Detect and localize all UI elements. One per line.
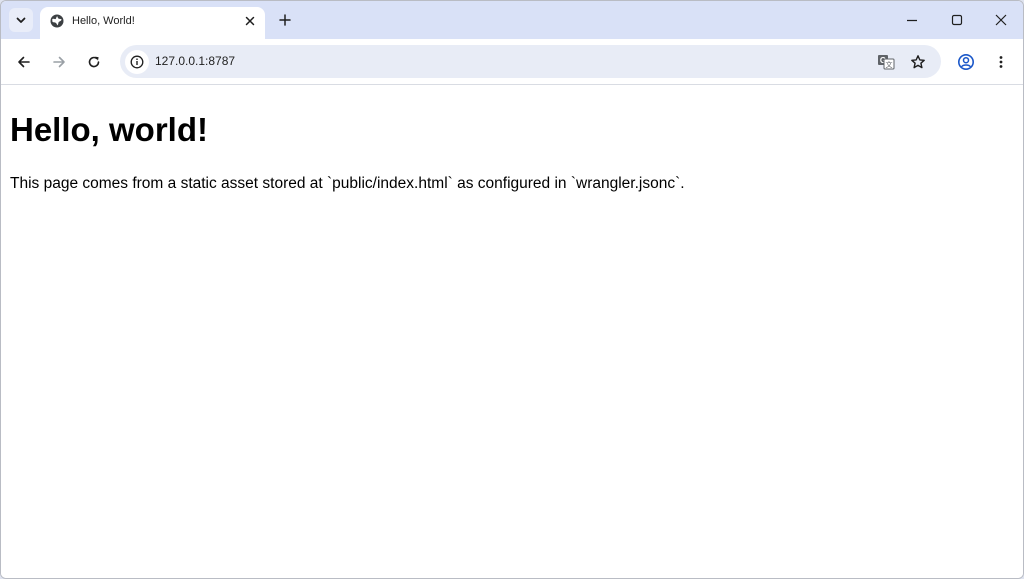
tab-title: Hello, World! (72, 15, 135, 27)
maximize-icon (951, 14, 963, 26)
back-arrow-icon (18, 56, 30, 68)
more-menu-button[interactable] (988, 49, 1014, 75)
url-text[interactable]: 127.0.0.1:8787 (155, 54, 235, 69)
site-info-button[interactable] (125, 50, 149, 74)
info-icon (130, 55, 144, 69)
tab-active[interactable]: Hello, World! (40, 7, 265, 39)
profile-icon (958, 54, 974, 70)
tab-search-button[interactable] (9, 8, 33, 32)
close-icon (995, 14, 1007, 26)
tab-close-button[interactable] (242, 13, 258, 29)
reload-icon (88, 56, 100, 68)
close-icon (245, 16, 255, 26)
reload-button[interactable] (81, 49, 107, 75)
globe-icon (50, 14, 64, 28)
translate-icon: G 文 (878, 55, 895, 70)
page-heading: Hello, world! (10, 111, 208, 148)
bookmark-star-icon (911, 55, 925, 69)
new-tab-button[interactable] (274, 9, 296, 31)
more-menu-icon (999, 56, 1003, 68)
translate-button[interactable]: G 文 (876, 52, 896, 72)
browser-window: Hello, World! 127.0.0.1:8787 G 文 Hello, … (0, 0, 1024, 579)
svg-text:文: 文 (886, 60, 893, 69)
back-button[interactable] (11, 49, 37, 75)
forward-arrow-icon (53, 56, 65, 68)
maximize-button[interactable] (935, 1, 979, 39)
profile-button[interactable] (953, 49, 979, 75)
chevron-down-icon (16, 17, 26, 23)
plus-icon (279, 14, 291, 26)
tab-strip: Hello, World! (1, 1, 1023, 39)
bookmark-button[interactable] (908, 52, 928, 72)
toolbar: 127.0.0.1:8787 G 文 (1, 39, 1023, 85)
window-close-button[interactable] (979, 1, 1023, 39)
address-bar[interactable]: 127.0.0.1:8787 G 文 (120, 45, 941, 78)
minimize-icon (907, 19, 917, 22)
page-paragraph: This page comes from a static asset stor… (10, 175, 685, 192)
minimize-button[interactable] (890, 1, 934, 39)
forward-button[interactable] (46, 49, 72, 75)
page-content: Hello, world! This page comes from a sta… (1, 85, 1023, 578)
